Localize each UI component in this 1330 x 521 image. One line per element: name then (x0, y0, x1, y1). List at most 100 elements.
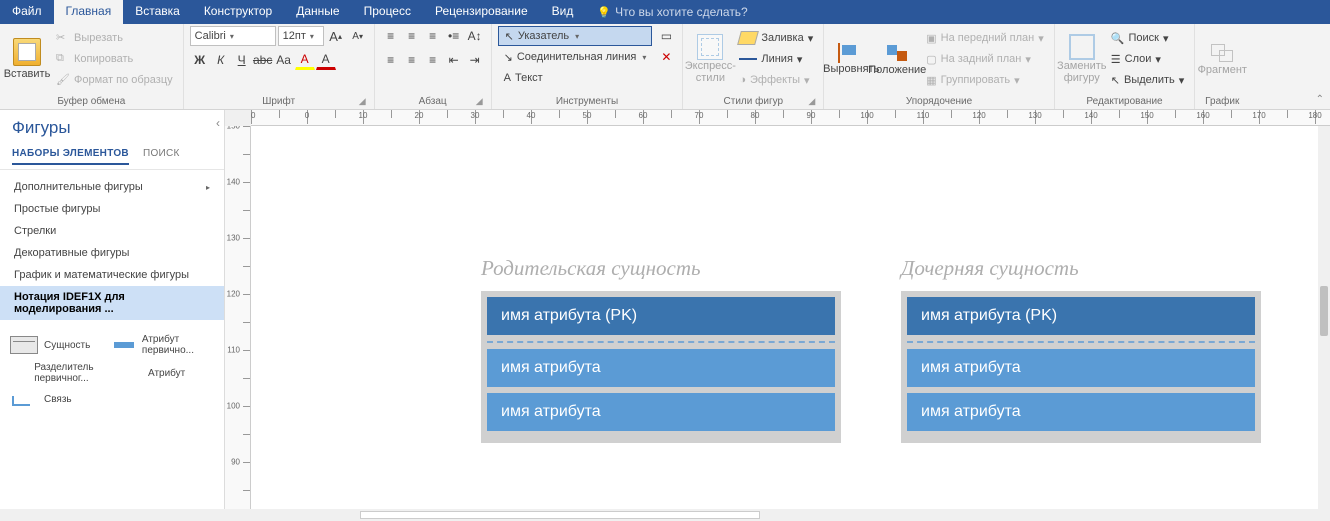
shape-entity[interactable]: Сущность (10, 334, 110, 356)
layers-button[interactable]: ☰Слои▾ (1107, 49, 1189, 69)
cat-idef1x[interactable]: Нотация IDEF1X для моделирования ... (0, 286, 224, 320)
vertical-scrollbar[interactable] (1318, 126, 1330, 509)
clipboard-group-label: Буфер обмена (6, 96, 177, 109)
align-bottom-button[interactable]: ≡ (423, 26, 443, 46)
cat-arrows[interactable]: Стрелки (0, 220, 224, 242)
group-button[interactable]: ▦Группировать▾ (922, 70, 1048, 90)
tab-insert[interactable]: Вставка (123, 0, 192, 24)
tab-file[interactable]: Файл (0, 0, 54, 24)
font-color-button[interactable]: A (316, 50, 336, 70)
pointer-icon: ↖ (505, 30, 514, 43)
child-attr-row-2[interactable]: имя атрибута (907, 393, 1255, 431)
dialog-launcher-icon[interactable]: ◢ (808, 96, 815, 107)
rectangle-tool-button[interactable]: ▭ (656, 26, 676, 46)
align-button[interactable]: Выровнять (830, 26, 872, 92)
align-icon (838, 43, 864, 63)
align-top-button[interactable]: ≡ (381, 26, 401, 46)
font-size-combo[interactable]: 12пт▾ (278, 26, 324, 46)
align-right-button[interactable]: ≡ (423, 50, 443, 70)
parent-attr-row-1[interactable]: имя атрибута (487, 349, 835, 387)
cut-button[interactable]: ✂Вырезать (52, 28, 177, 48)
grow-font-button[interactable]: A▴ (326, 26, 346, 46)
strike-button[interactable]: abc (253, 50, 273, 70)
fill-button[interactable]: Заливка▾ (735, 28, 817, 48)
line-button[interactable]: Линия▾ (735, 49, 817, 69)
shape-link[interactable]: Связь (10, 390, 110, 408)
delete-connector-button[interactable]: ✕ (656, 47, 676, 67)
shrink-font-button[interactable]: A▾ (348, 26, 368, 46)
align-left-button[interactable]: ≡ (381, 50, 401, 70)
vscroll-thumb[interactable] (1320, 286, 1328, 336)
dialog-launcher-icon[interactable]: ◢ (359, 96, 366, 107)
decrease-indent-button[interactable]: ⇤ (444, 50, 464, 70)
align-center-button[interactable]: ≡ (402, 50, 422, 70)
shape-pk-attribute[interactable]: Атрибут первично... (114, 334, 214, 356)
font-name-combo[interactable]: Calibri▾ (190, 26, 276, 46)
copy-button[interactable]: ⧉Копировать (52, 49, 177, 69)
group-shape-styles: Экспресс-стили Заливка▾ Линия▾ ◑Эффекты▾… (683, 24, 824, 109)
bring-front-button[interactable]: ▣На передний план▾ (922, 28, 1048, 48)
text-label: Текст (515, 72, 543, 84)
page: Родительская сущность Дочерняя сущность … (311, 126, 1308, 509)
shapes-tab-search[interactable]: ПОИСК (143, 148, 180, 165)
drawing-canvas[interactable]: Родительская сущность Дочерняя сущность … (251, 126, 1318, 509)
child-entity-box[interactable]: имя атрибута (PK) имя атрибута имя атриб… (901, 291, 1261, 443)
send-back-button[interactable]: ▢На задний план▾ (922, 49, 1048, 69)
effects-button[interactable]: ◑Эффекты▾ (735, 70, 817, 90)
change-shape-button[interactable]: Заменить фигуру (1061, 26, 1103, 92)
cat-more-shapes[interactable]: Дополнительные фигуры▸ (0, 176, 224, 198)
dialog-launcher-icon[interactable]: ◢ (476, 96, 483, 107)
painter-label: Формат по образцу (74, 74, 173, 86)
hscroll-thumb[interactable] (360, 511, 760, 519)
paste-button[interactable]: Вставить (6, 26, 48, 92)
chevron-right-icon: ▸ (206, 183, 210, 192)
shapes-tab-sets[interactable]: НАБОРЫ ЭЛЕМЕНТОВ (12, 148, 129, 165)
bold-button[interactable]: Ж (190, 50, 210, 70)
parent-entity-box[interactable]: имя атрибута (PK) имя атрибута имя атриб… (481, 291, 841, 443)
position-button[interactable]: Положение (876, 26, 918, 92)
parent-pk-row[interactable]: имя атрибута (PK) (487, 297, 835, 335)
text-tool-button[interactable]: AТекст (498, 68, 653, 88)
underline-button[interactable]: Ч (232, 50, 252, 70)
search-icon: 🔍 (1111, 32, 1125, 45)
sep-thumb-icon (10, 364, 28, 382)
tab-data[interactable]: Данные (284, 0, 351, 24)
highlight-button[interactable]: A (295, 50, 315, 70)
connector-tool-button[interactable]: ↘Соединительная линия▾ (498, 47, 653, 67)
tab-design[interactable]: Конструктор (192, 0, 284, 24)
collapse-ribbon-button[interactable]: ⌃ (1316, 94, 1324, 105)
chevron-down-icon: ▾ (797, 53, 803, 66)
tab-process[interactable]: Процесс (352, 0, 423, 24)
quick-styles-button[interactable]: Экспресс-стили (689, 26, 731, 92)
select-button[interactable]: ↖Выделить▾ (1107, 70, 1189, 90)
cat-simple[interactable]: Простые фигуры (0, 198, 224, 220)
text-direction-button[interactable]: A↕ (465, 26, 485, 46)
bullets-button[interactable]: •≡ (444, 26, 464, 46)
parent-attr-row-2[interactable]: имя атрибута (487, 393, 835, 431)
format-painter-button[interactable]: 🖌Формат по образцу (52, 70, 177, 90)
collapse-pane-button[interactable]: ‹ (216, 116, 220, 130)
child-pk-row[interactable]: имя атрибута (PK) (907, 297, 1255, 335)
cat-decorative[interactable]: Декоративные фигуры (0, 242, 224, 264)
fragment-button[interactable]: Фрагмент (1201, 26, 1243, 92)
pointer-tool-button[interactable]: ↖Указатель▾ (498, 26, 653, 46)
vertical-ruler[interactable]: 1501401301201101009080 (225, 126, 251, 509)
tab-view[interactable]: Вид (540, 0, 586, 24)
fragment-icon (1209, 42, 1235, 64)
increase-indent-button[interactable]: ⇥ (465, 50, 485, 70)
shape-pk-separator[interactable]: Разделитель первичног... (10, 362, 110, 384)
chevron-down-icon: ▾ (1025, 53, 1031, 66)
horizontal-ruler[interactable]: 1001020304050607080901001101201301401501… (251, 110, 1330, 126)
shape-attribute[interactable]: Атрибут (114, 362, 214, 384)
change-case-button[interactable]: Aa (274, 50, 294, 70)
tell-me[interactable]: 💡 Что вы хотите сделать? (585, 0, 759, 24)
horizontal-scrollbar[interactable] (0, 509, 1330, 521)
find-button[interactable]: 🔍Поиск▾ (1107, 28, 1189, 48)
align-middle-button[interactable]: ≡ (402, 26, 422, 46)
tab-review[interactable]: Рецензирование (423, 0, 540, 24)
tab-home[interactable]: Главная (54, 0, 124, 24)
change-label: Заменить фигуру (1057, 60, 1106, 84)
child-attr-row-1[interactable]: имя атрибута (907, 349, 1255, 387)
italic-button[interactable]: К (211, 50, 231, 70)
cat-math[interactable]: График и математические фигуры (0, 264, 224, 286)
